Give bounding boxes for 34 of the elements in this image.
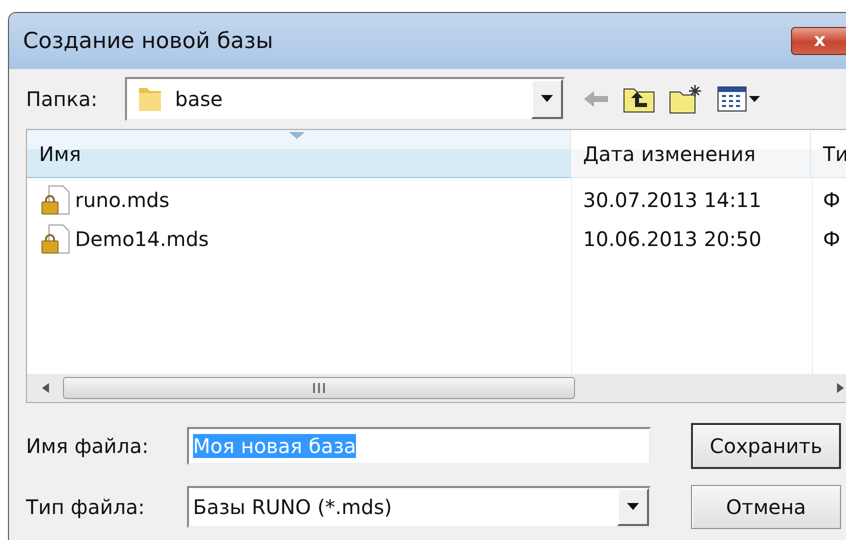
horizontal-scrollbar[interactable]: [27, 374, 846, 402]
caret-icon: [541, 95, 553, 103]
new-folder-icon[interactable]: [669, 84, 703, 114]
file-name-value: Моя новая база: [193, 434, 356, 458]
file-type-dropdown[interactable]: Базы RUNO (*.mds): [187, 486, 651, 528]
close-button[interactable]: x: [791, 27, 846, 55]
file-name[interactable]: runo.mds: [75, 188, 170, 212]
scroll-thumb[interactable]: [63, 377, 575, 399]
folder-label: Папка:: [26, 87, 98, 111]
table-cell-text: 30.07.2013 14:11: [582, 188, 763, 212]
file-name[interactable]: Demo14.mds: [75, 226, 209, 250]
folder-dropdown[interactable]: base: [125, 77, 565, 121]
file-type-value: Базы RUNO (*.mds): [192, 495, 393, 519]
table-cell-text: Ф: [822, 226, 842, 250]
save-button[interactable]: Сохранить: [691, 423, 841, 469]
window-title: Создание новой базы: [23, 28, 274, 54]
scroll-right-icon[interactable]: [836, 383, 844, 393]
folder-value: base: [174, 87, 224, 111]
dropdown-button[interactable]: [531, 79, 563, 119]
caret-icon: [627, 503, 639, 511]
file-name-label: Имя файла:: [26, 434, 150, 458]
file-type-label: Тип файла:: [26, 495, 146, 519]
sort-arrow-icon: [289, 132, 305, 140]
locked-file-icon: [39, 222, 71, 254]
cancel-button[interactable]: Отмена: [691, 485, 841, 529]
grip-icon: [312, 383, 326, 393]
table-cell-text: 10.06.2013 20:50: [582, 226, 763, 250]
column-header[interactable]: Дата изменения: [571, 130, 811, 178]
table-cell-text: Ф: [822, 188, 842, 212]
column-header[interactable]: Имя: [27, 130, 571, 178]
locked-file-icon: [39, 184, 71, 216]
view-menu-icon[interactable]: [717, 86, 761, 112]
dropdown-button[interactable]: [617, 488, 649, 526]
scroll-left-icon[interactable]: [42, 383, 48, 393]
